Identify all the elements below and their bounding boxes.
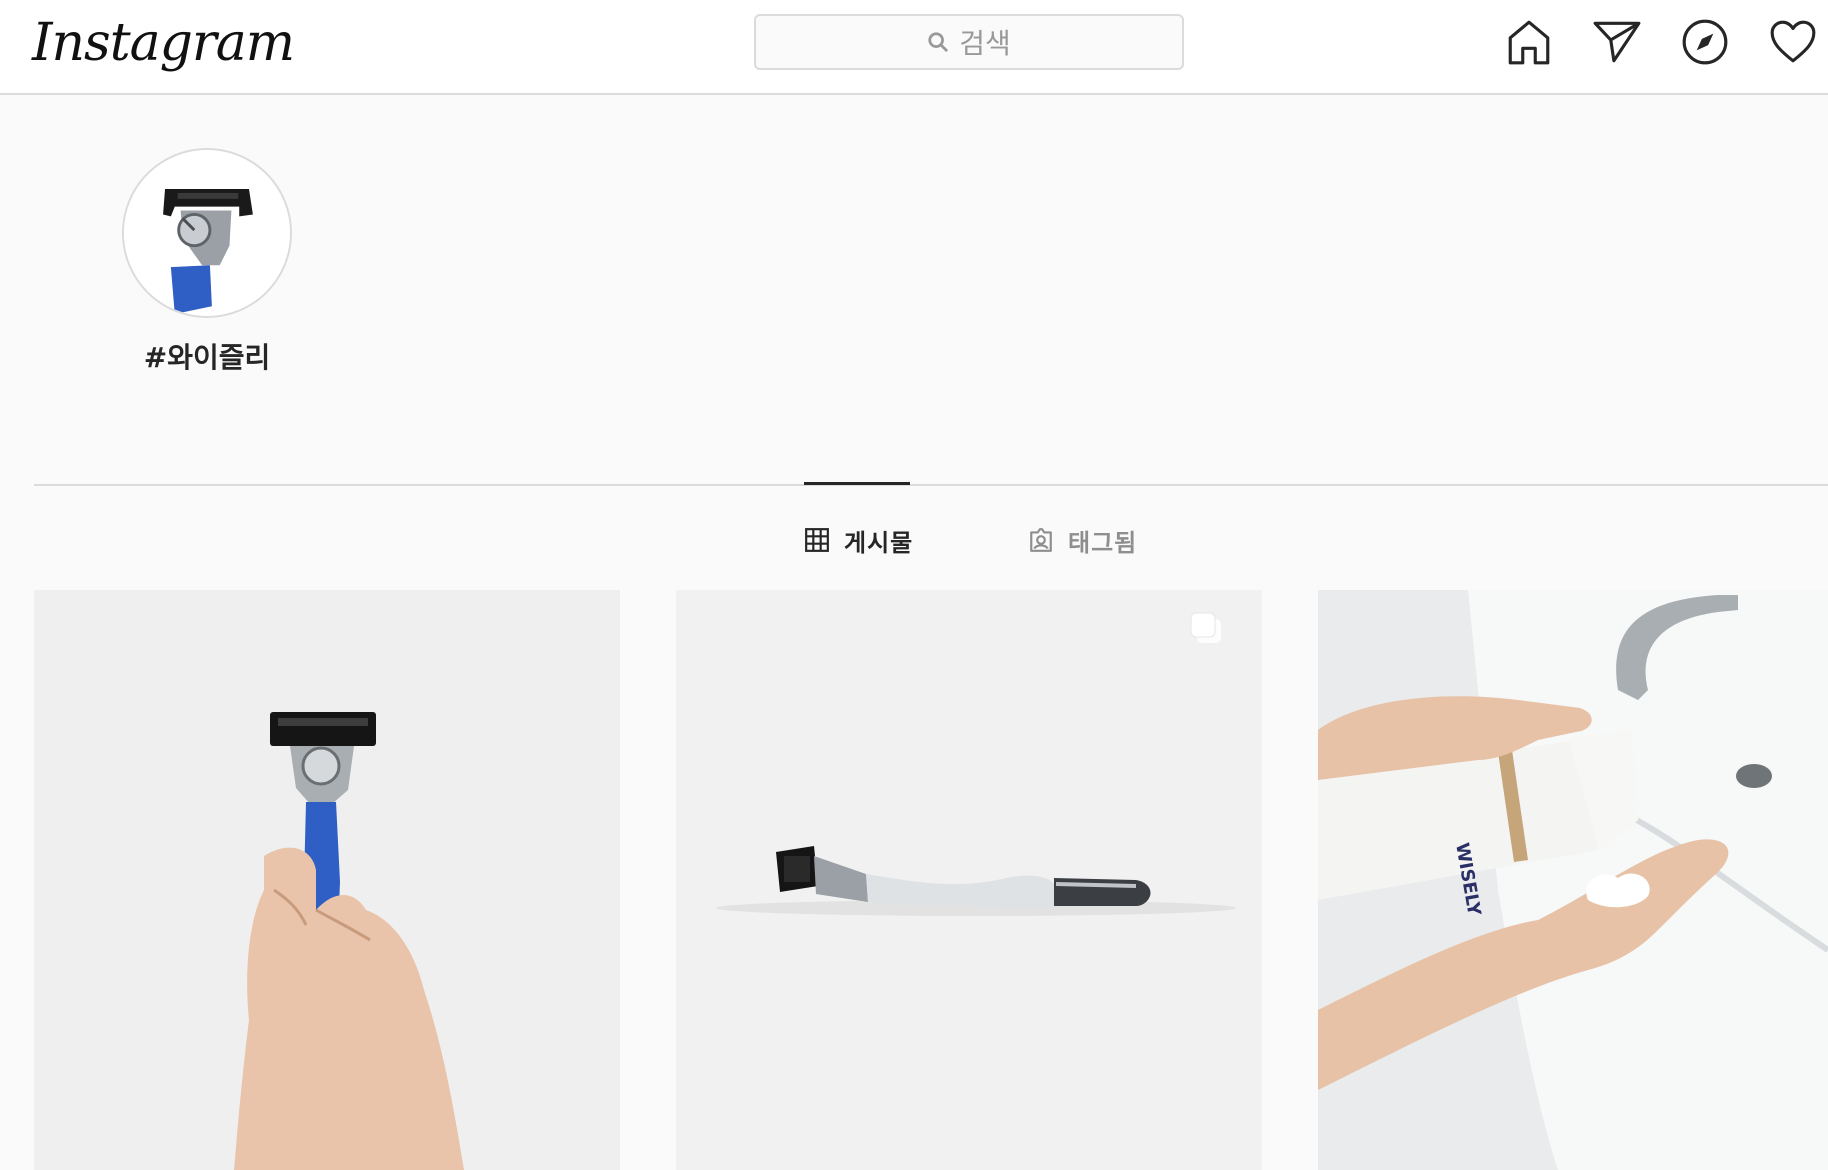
- top-navigation-bar: Instagram 검색: [0, 0, 1828, 95]
- tagged-icon: [1028, 527, 1054, 553]
- post-thumbnail[interactable]: [676, 590, 1262, 1170]
- white-razor-image: [676, 590, 1262, 1170]
- active-tab-indicator: [804, 482, 910, 485]
- tab-tagged[interactable]: 태그됨: [1028, 520, 1137, 560]
- tab-tagged-label: 태그됨: [1068, 528, 1138, 557]
- grid-icon: [804, 527, 830, 553]
- hashtag-title: #와이즐리: [143, 341, 271, 374]
- hashtag-avatar: [122, 148, 292, 318]
- shaving-gel-image: WISELY: [1318, 590, 1828, 1170]
- razor-thumbnail-image: [124, 150, 290, 316]
- search-box[interactable]: 검색: [754, 14, 1184, 70]
- instagram-logo[interactable]: Instagram: [32, 8, 295, 78]
- tab-posts[interactable]: 게시물: [804, 520, 913, 560]
- post-thumbnail[interactable]: [34, 590, 620, 1170]
- hand-holding-razor-image: [34, 590, 620, 1170]
- direct-message-icon[interactable]: [1592, 16, 1642, 68]
- post-thumbnail[interactable]: WISELY: [1318, 590, 1828, 1170]
- home-icon[interactable]: [1504, 16, 1554, 68]
- search-icon: [927, 31, 949, 53]
- explore-icon[interactable]: [1680, 16, 1730, 68]
- activity-heart-icon[interactable]: [1768, 16, 1818, 68]
- search-input[interactable]: 검색: [959, 22, 1011, 62]
- multiple-images-icon: [1188, 610, 1224, 646]
- tab-divider: [34, 484, 1828, 486]
- tab-posts-label: 게시물: [844, 528, 914, 557]
